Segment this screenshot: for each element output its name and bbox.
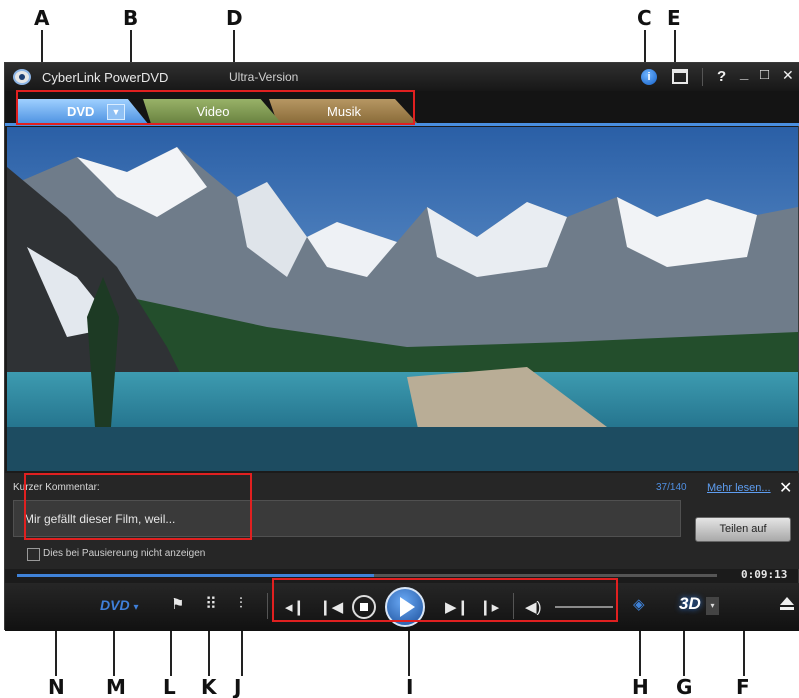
callout-g: G — [676, 675, 693, 698]
powerdvd-window: CyberLink PowerDVD Ultra-Version i ? _ □… — [4, 62, 799, 631]
comment-label: Kurzer Kommentar: — [13, 482, 100, 493]
previous-icon[interactable]: ❙◀ — [319, 598, 343, 616]
comment-input[interactable]: Mir gefällt dieser Film, weil... — [13, 500, 681, 537]
volume-slider[interactable] — [555, 606, 613, 608]
settings-tools-icon[interactable]: ⫶ — [239, 595, 243, 612]
step-forward-icon[interactable]: ❙▸ — [479, 598, 499, 616]
tab-musik[interactable]: Musik — [269, 99, 419, 125]
read-more-link[interactable]: Mehr lesen... — [707, 482, 771, 494]
app-title: CyberLink PowerDVD — [42, 70, 169, 85]
version-label: Ultra-Version — [229, 70, 299, 84]
seek-bar-progress — [17, 574, 374, 577]
video-frame-image — [7, 127, 798, 471]
powerdvd-logo-icon — [13, 69, 31, 85]
comment-close-icon[interactable]: ✕ — [779, 478, 792, 498]
callout-d: D — [226, 6, 243, 30]
dvd-menu-label: DVD — [100, 597, 130, 613]
callout-m: M — [106, 675, 126, 698]
seek-bar[interactable] — [17, 574, 717, 577]
callout-c: C — [637, 6, 652, 30]
tab-underline — [5, 123, 799, 126]
dvd-menu-button[interactable]: DVD ▾ — [100, 597, 138, 613]
info-icon[interactable]: i — [641, 69, 657, 85]
character-count: 37/140 — [656, 482, 687, 493]
help-button[interactable]: ? — [717, 68, 726, 85]
stop-button[interactable] — [352, 595, 376, 619]
next-icon[interactable]: ▶❙ — [445, 598, 469, 616]
chapter-grid-icon[interactable]: ⠿ — [205, 594, 217, 614]
hide-on-pause-checkbox[interactable] — [27, 548, 40, 561]
callout-h: H — [632, 675, 649, 698]
video-display[interactable] — [7, 127, 798, 471]
3d-button[interactable]: 3D — [679, 594, 701, 614]
control-divider — [267, 593, 268, 619]
tab-dvd-label: DVD — [67, 104, 95, 119]
comment-panel: Kurzer Kommentar: 37/140 Mehr lesen... ✕… — [5, 473, 799, 569]
dvd-menu-arrow-icon: ▾ — [133, 602, 139, 613]
callout-n: N — [48, 675, 65, 698]
dvd-tab-dropdown-icon[interactable]: ▼ — [107, 104, 125, 120]
callout-b: B — [123, 6, 139, 30]
close-button[interactable]: ✕ — [782, 67, 794, 84]
title-bar: CyberLink PowerDVD Ultra-Version i ? _ □… — [5, 63, 799, 91]
callout-f: F — [736, 675, 750, 698]
callout-a: A — [34, 6, 50, 30]
transport-divider — [513, 593, 514, 619]
playback-time: 0:09:13 — [741, 568, 788, 581]
transport-controls: ◂❙ ❙◀ ▶❙ ❙▸ ◀) — [277, 587, 619, 627]
callout-i: I — [406, 675, 414, 698]
3d-dropdown-icon[interactable]: ▾ — [706, 597, 719, 615]
bookmark-icon[interactable]: ⚑ — [171, 595, 184, 613]
tab-dvd[interactable]: DVD ▼ — [17, 99, 149, 125]
tab-video[interactable]: Video — [143, 99, 283, 125]
upgrade-icon[interactable] — [672, 69, 688, 84]
hide-on-pause-label: Dies bei Pausiereung nicht anzeigen — [43, 548, 206, 559]
tab-musik-label: Musik — [327, 104, 361, 119]
tab-video-label: Video — [196, 104, 230, 119]
media-tab-bar: Musik Video DVD ▼ — [5, 91, 799, 125]
callout-e: E — [667, 6, 681, 30]
title-divider — [702, 68, 703, 86]
share-button[interactable]: Teilen auf — [695, 517, 791, 542]
play-button[interactable] — [385, 587, 425, 627]
minimize-button[interactable]: _ — [740, 65, 748, 82]
volume-icon[interactable]: ◀) — [525, 598, 542, 616]
callout-l: L — [163, 675, 176, 698]
trueview-eye-icon[interactable]: ◈ — [633, 595, 645, 613]
eject-icon[interactable] — [780, 597, 794, 611]
control-bar: DVD ▾ ⚑ ⠿ ⫶ ◂❙ ❙◀ ▶❙ ❙▸ ◀) ◈ 3D ▾ — [5, 583, 799, 631]
step-backward-icon[interactable]: ◂❙ — [285, 598, 305, 616]
callout-k: K — [201, 675, 217, 698]
maximize-button[interactable]: □ — [760, 66, 769, 83]
callout-j: J — [234, 675, 242, 698]
